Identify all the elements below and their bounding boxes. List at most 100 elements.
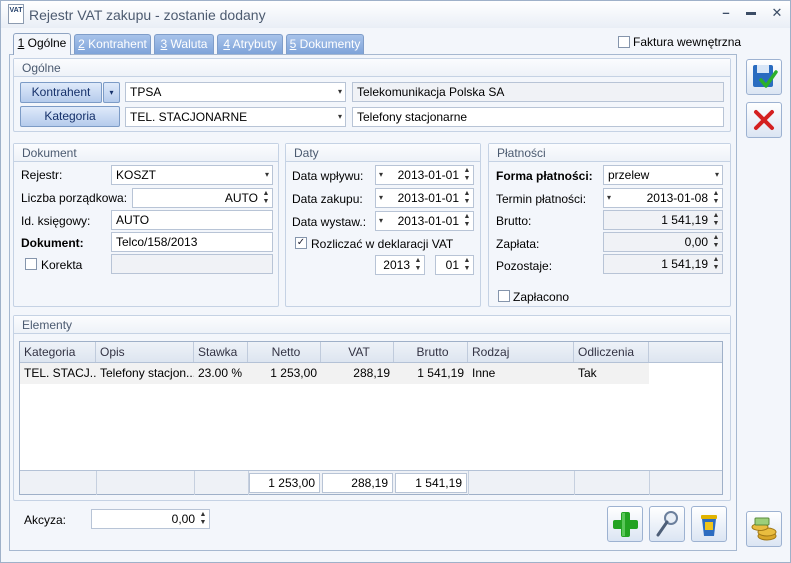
table-header: Kategoria Opis Stawka Netto VAT Brutto R… [20,342,722,363]
col-kategoria[interactable]: Kategoria [20,342,96,362]
spin-icon: ▲ ▼ [712,234,720,249]
zaplacono-checkbox[interactable] [498,290,510,302]
termin-platnosci-input[interactable]: ▾ 2013-01-08 ▲ ▼ [603,188,723,208]
zaplata-field: 0,00 ▲ ▼ [603,232,723,252]
rejestr-select[interactable]: KOSZT ▾ [111,165,273,185]
chevron-down-icon: ▾ [264,170,269,179]
tab-waluta[interactable]: 3 Waluta [154,34,214,54]
col-brutto[interactable]: Brutto [394,342,468,362]
dokument-input[interactable]: Telco/158/2013 [111,232,273,252]
cancel-button[interactable] [746,102,782,138]
id-ksiegowy-input[interactable]: AUTO [111,210,273,230]
liczba-porzadkowa-stepper[interactable]: AUTO ▲ ▼ [132,188,273,208]
spin-icon: ▲ ▼ [463,190,471,205]
zaplacono-label: Zapłacono [513,290,570,304]
data-zakupu-label: Data zakupu: [292,192,363,206]
kontrahent-menu-button[interactable]: ▾ [103,82,120,103]
brutto-field: 1 541,19 ▲ ▼ [603,210,723,230]
add-element-button[interactable] [607,506,643,542]
save-button[interactable] [746,59,782,95]
chevron-down-icon: ▾ [607,193,612,202]
zaplata-label: Zapłata: [496,237,540,251]
close-window-button[interactable]: ✕ [767,5,787,23]
faktura-wewnetrzna-label: Faktura wewnętrzna [633,35,742,49]
divider [574,471,575,495]
spin-icon: ▲ ▼ [463,257,471,272]
divider [194,471,195,495]
table-row[interactable]: TEL. STACJ... Telefony stacjon... 23.00 … [20,363,649,384]
payments-button[interactable] [746,511,782,547]
forma-platnosci-select[interactable]: przelew ▾ [603,165,723,185]
tab-dokumenty[interactable]: 5 Dokumenty [286,34,364,54]
edit-element-button[interactable] [649,506,685,542]
table-totals-row: 1 253,00 288,19 1 541,19 [20,470,722,495]
chevron-down-icon: ▾ [379,216,384,225]
spin-icon: ▲ ▼ [463,213,471,228]
spin-icon: ▲ ▼ [712,212,720,227]
col-netto[interactable]: Netto [248,342,321,362]
data-wplywu-label: Data wpływu: [292,169,364,183]
col-stawka[interactable]: Stawka [194,342,248,362]
elementy-table[interactable]: Kategoria Opis Stawka Netto VAT Brutto R… [19,341,723,495]
korekta-field [111,254,273,274]
data-wystawienia-input[interactable]: ▾ 2013-01-01 ▲ ▼ [375,211,474,231]
spin-icon: ▲ ▼ [712,190,720,205]
vat-app-icon: VAT [8,4,24,24]
spin-icon: ▲ ▼ [712,256,720,271]
minimize-button[interactable]: – [716,5,736,23]
kategoria-code-select[interactable]: TEL. STACJONARNE ▾ [125,107,346,127]
chevron-down-icon: ▾ [337,87,342,96]
spin-icon: ▲ ▼ [463,167,471,182]
rok-stepper[interactable]: 2013 ▲ ▼ [375,255,425,275]
total-vat: 288,19 [322,473,393,493]
col-odliczenia[interactable]: Odliczenia [574,342,649,362]
title-bar: VAT Rejestr VAT zakupu - zostanie dodany… [1,1,790,28]
kontrahent-code-select[interactable]: TPSA ▾ [125,82,346,102]
col-opis[interactable]: Opis [96,342,194,362]
maximize-button[interactable]: ▬ [741,7,761,25]
rejestr-label: Rejestr: [21,168,63,182]
total-brutto: 1 541,19 [395,473,467,493]
id-ksiegowy-label: Id. księgowy: [21,214,91,228]
kontrahent-button[interactable]: Kontrahent [20,82,102,103]
faktura-wewnetrzna-checkbox[interactable] [618,36,630,48]
kategoria-button[interactable]: Kategoria [20,106,120,127]
termin-platnosci-label: Termin płatności: [496,192,587,206]
cancel-x-icon [754,110,774,130]
col-rodzaj[interactable]: Rodzaj [468,342,574,362]
platnosci-header: Płatności [489,144,730,162]
dokument-label: Dokument: [21,236,84,250]
delete-element-button[interactable] [691,506,727,542]
spin-icon: ▲ ▼ [199,511,207,526]
tab-atrybuty[interactable]: 4 Atrybuty [217,34,283,54]
rozliczac-vat-label: Rozliczać w deklaracji VAT [311,237,454,251]
magnifier-icon [656,511,678,537]
data-wystawienia-label: Data wystaw.: [292,215,367,229]
chevron-down-icon: ▾ [714,170,719,179]
korekta-checkbox[interactable] [25,258,37,270]
elementy-header: Elementy [14,316,730,334]
divider [468,471,469,495]
pozostaje-label: Pozostaje: [496,259,553,273]
korekta-label: Korekta [41,258,83,272]
tab-kontrahent[interactable]: 2 Kontrahent [74,34,151,54]
window-title: Rejestr VAT zakupu - zostanie dodany [29,7,266,23]
data-zakupu-input[interactable]: ▾ 2013-01-01 ▲ ▼ [375,188,474,208]
window: VAT Rejestr VAT zakupu - zostanie dodany… [0,0,791,563]
miesiac-stepper[interactable]: 01 ▲ ▼ [435,255,474,275]
save-disk-icon [753,65,778,88]
chevron-down-icon: ▾ [379,170,384,179]
total-netto: 1 253,00 [249,473,320,493]
daty-header: Daty [286,144,480,162]
col-vat[interactable]: VAT [321,342,394,362]
rozliczac-vat-checkbox[interactable]: ✓ [295,237,307,249]
divider [649,471,650,495]
kontrahent-name-field: Telekomunikacja Polska SA [352,82,724,102]
data-wplywu-input[interactable]: ▾ 2013-01-01 ▲ ▼ [375,165,474,185]
trash-icon [701,515,717,536]
tab-ogolne[interactable]: 1 Ogólne [13,33,71,55]
plus-icon [613,512,638,537]
forma-platnosci-label: Forma płatności: [496,169,593,183]
akcyza-stepper[interactable]: 0,00 ▲ ▼ [91,509,210,529]
kategoria-name-input[interactable]: Telefony stacjonarne [352,107,724,127]
